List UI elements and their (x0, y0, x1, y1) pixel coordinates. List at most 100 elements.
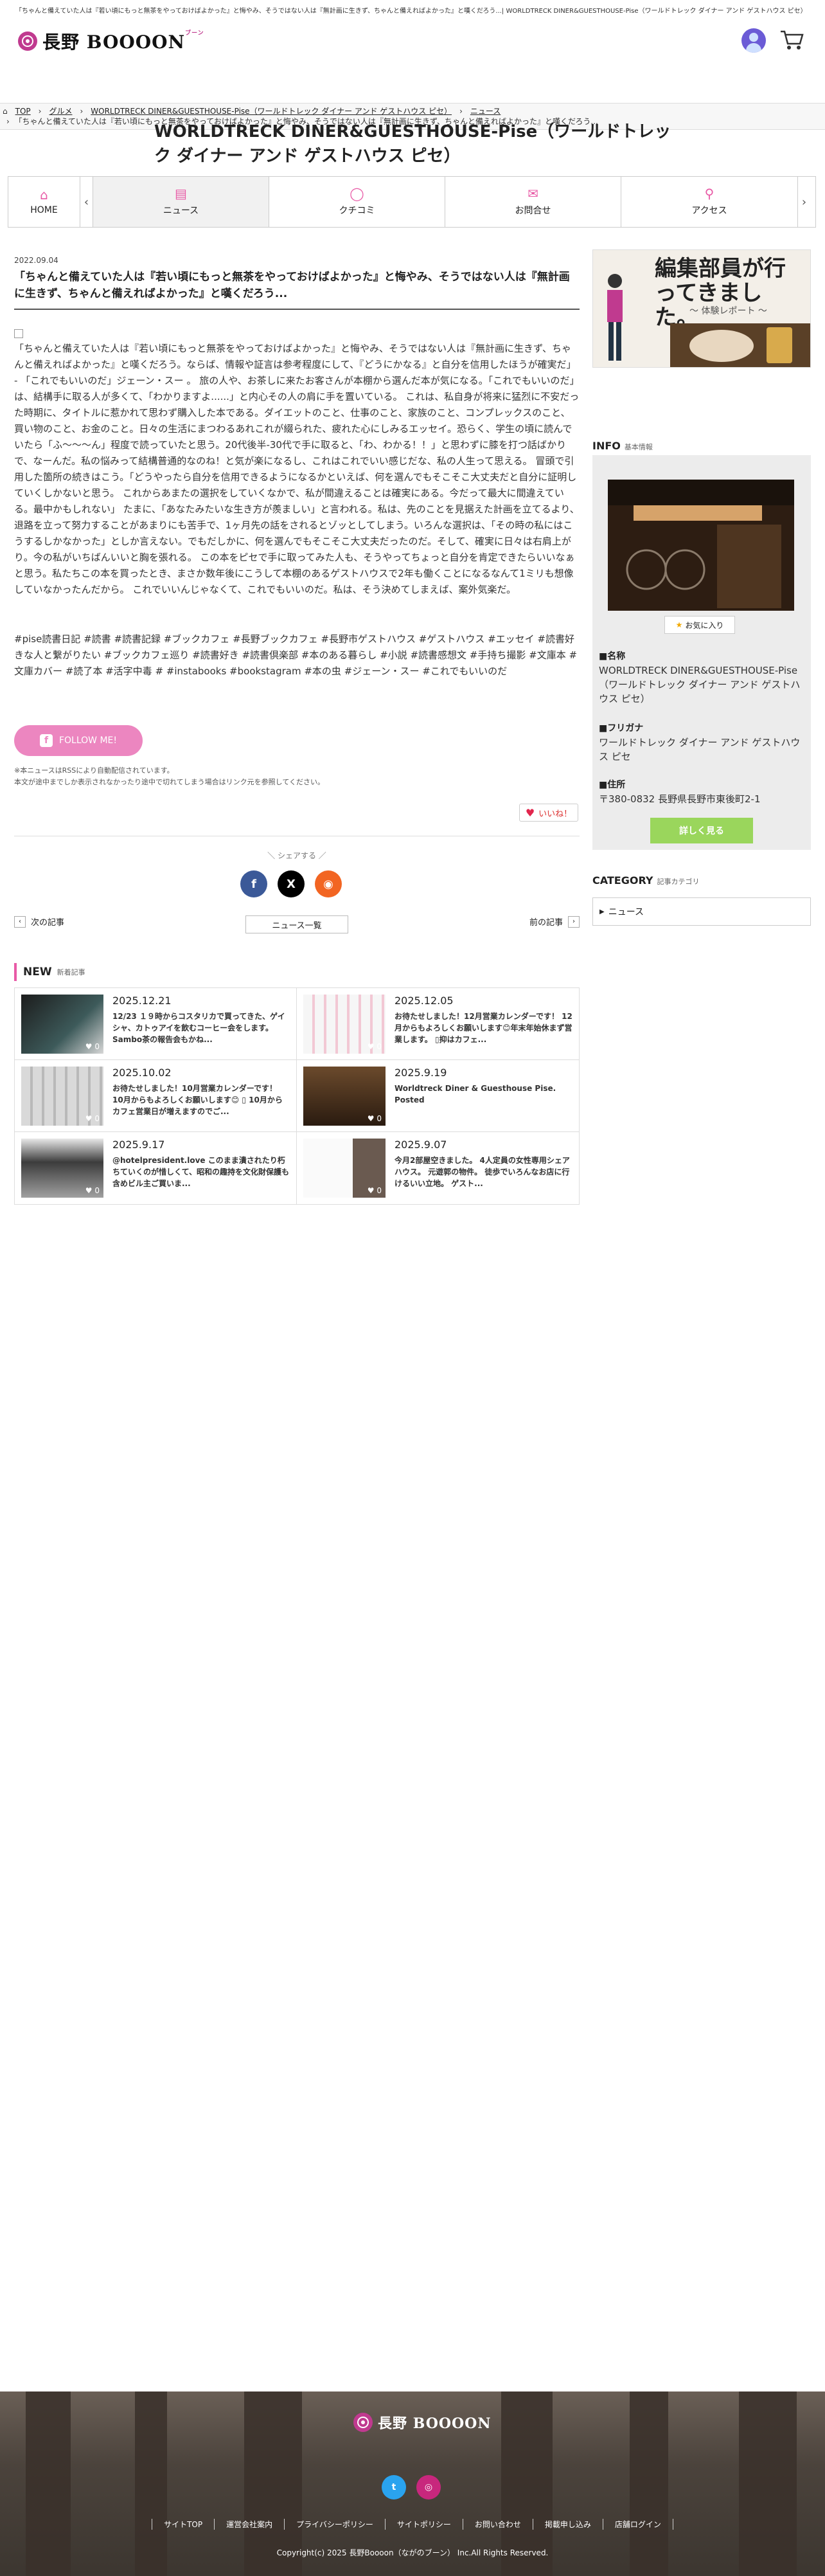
article-body: 「ちゃんと備えていた人は『若い頃にもっと無茶をやっておけばよかった』と悔やみ、そ… (14, 343, 580, 595)
user-account-icon[interactable] (741, 28, 766, 53)
list-item[interactable]: ♥ 0 2025.9.17 @hotelpresident.love このまま潰さ… (15, 1132, 297, 1204)
furigana-value: ワールドトレック ダイナー アンド ゲストハウス ピセ (599, 737, 801, 762)
heart-icon: ♥ 0 (367, 1186, 382, 1195)
details-button[interactable]: 詳しく見る (650, 818, 753, 843)
tab-reviews[interactable]: ◯ クチコミ (269, 177, 445, 227)
crumb-top[interactable]: TOP (15, 107, 31, 116)
new-articles-grid: ♥ 0 2025.12.21 12/23 １９時からコスタリカで買ってきた、ゲイシ… (14, 987, 580, 1205)
footer-links: サイトTOP 運営会社案内 プライバシーポリシー サイトポリシー お問い合わせ … (0, 2519, 825, 2530)
category-heading: CATEGORY 記事カテゴリ (592, 874, 700, 887)
footer-link[interactable]: 運営会社案内 (214, 2519, 284, 2530)
article-date: 2022.09.04 (14, 256, 58, 265)
logo-mark-icon (18, 32, 37, 51)
share-buttons: f X ◉ (240, 870, 342, 897)
list-item[interactable]: ♥ 0 2025.9.07 今月2部屋空きました。 4人定員の女性専用シェアハウス… (297, 1132, 579, 1204)
footer-link[interactable]: 店舗ログイン (602, 2519, 673, 2530)
heart-icon: ♥ 0 (367, 1042, 382, 1051)
tab-contact[interactable]: ✉ お問合せ (445, 177, 621, 227)
banner-subtitle: 〜 体験レポート 〜 (689, 306, 767, 316)
editor-report-banner[interactable]: 編集部員が行ってきました。 〜 体験レポート 〜 (592, 249, 811, 368)
mail-icon: ✉ (528, 186, 538, 201)
instagram-icon[interactable]: ◎ (416, 2475, 441, 2499)
crumb-gourmet[interactable]: グルメ (49, 105, 72, 116)
cart-icon[interactable] (779, 27, 804, 53)
heart-icon: ♥ 0 (85, 1042, 100, 1051)
footer-link[interactable]: お問い合わせ (462, 2519, 533, 2530)
shop-photo (608, 480, 794, 611)
crumb-news[interactable]: ニュース (470, 105, 501, 116)
new-articles-heading: NEW 新着記事 (14, 963, 580, 981)
article-thumbnail: ♥ 0 (21, 995, 103, 1054)
banner-title: 編集部員が行ってきました。 (655, 256, 786, 330)
footer-logo[interactable]: 長野 BOOOON (353, 2412, 491, 2433)
heart-icon: ♥ 0 (85, 1114, 100, 1123)
list-item[interactable]: ♥ 0 2025.10.02 お待たせしました！10月営業カレンダーです！ 10月… (15, 1060, 297, 1132)
follow-me-button[interactable]: f FOLLOW ME! (14, 725, 143, 756)
breadcrumb: ⌂ TOP › グルメ › WORLDTRECK DINER&GUESTHOUS… (3, 105, 501, 116)
name-value: WORLDTRECK DINER&GUESTHOUSE-Pise（ワールドトレッ… (599, 665, 801, 705)
chevron-left-icon: ‹ (14, 915, 26, 928)
footer-link[interactable]: サイトTOP (152, 2519, 214, 2530)
list-item[interactable]: ♥ 0 2025.9.19 Worldtreck Diner & Guesthou… (297, 1060, 579, 1132)
shop-title: WORLDTRECK DINER&GUESTHOUSE-Pise（ワールドトレッ… (154, 122, 671, 166)
favorite-button[interactable]: ★ お気に入り (664, 616, 735, 634)
nav-next-arrow[interactable]: › (797, 177, 810, 227)
name-label: ■名称 (599, 651, 626, 662)
footer-link[interactable]: サイトポリシー (384, 2519, 463, 2530)
top-bar: 「ちゃんと備えていた人は『若い頃にもっと無茶をやっておけばよかった』と悔やみ、そ… (0, 0, 825, 23)
logo-text: 長野 BOOOONブーン (42, 30, 204, 53)
address-value: 〒380-0832 長野県長野市東後町2-1 (599, 793, 761, 805)
info-heading: INFO 基本情報 (592, 440, 653, 452)
broken-image-icon (14, 329, 23, 338)
home-icon: ⌂ (40, 187, 48, 203)
prev-article-link[interactable]: ‹ 次の記事 (14, 915, 64, 928)
article-thumbnail: ♥ 0 (303, 995, 386, 1054)
facebook-share-icon[interactable]: f (240, 870, 267, 897)
person-illustration-icon (607, 274, 623, 361)
copyright: Copyright(c) 2025 長野Boooon（ながのブーン） Inc.A… (276, 2548, 549, 2557)
article-title: 「ちゃんと備えていた人は『若い頃にもっと無茶をやっておけばよかった』と悔やみ、そ… (14, 269, 580, 310)
article-tags: #pise読書日記 #読書 #読書記録 #ブックカフェ #長野ブックカフェ #長… (14, 633, 578, 677)
site-logo[interactable]: 長野 BOOOONブーン (18, 28, 204, 54)
article-thumbnail: ♥ 0 (303, 1139, 386, 1198)
shop-nav: ⌂ HOME ‹ ▤ ニュース ◯ クチコミ ✉ お問合せ ⚲ アクセス › (8, 176, 816, 228)
twitter-icon[interactable]: t (382, 2475, 406, 2499)
chevron-right-icon: › (568, 915, 580, 928)
top-bar-text: 「ちゃんと備えていた人は『若い頃にもっと無茶をやっておけばよかった』と悔やみ、そ… (15, 8, 807, 15)
facebook-icon: f (39, 734, 53, 747)
address-label: ■住所 (599, 780, 626, 790)
tab-home[interactable]: ⌂ HOME (8, 177, 80, 227)
tab-news[interactable]: ▤ ニュース (93, 177, 269, 227)
rss-icon[interactable]: ◉ (315, 870, 342, 897)
home-crumb-icon: ⌂ (3, 106, 8, 116)
footer-link[interactable]: プライバシーポリシー (284, 2519, 385, 2530)
pin-icon: ⚲ (704, 186, 714, 201)
furigana-label: ■フリガナ (599, 723, 644, 734)
article-thumbnail: ♥ 0 (21, 1139, 103, 1198)
footer-link[interactable]: 掲載申し込み (532, 2519, 603, 2530)
logo-mark-icon (353, 2413, 373, 2432)
list-item[interactable]: ♥ 0 2025.12.05 お待たせしました！12月営業カレンダーです！ 12月… (297, 988, 579, 1060)
caret-right-icon: ▶ (599, 908, 605, 915)
news-list-button[interactable]: ニュース一覧 (245, 915, 348, 933)
crumb-shop[interactable]: WORLDTRECK DINER&GUESTHOUSE-Pise（ワールドトレッ… (91, 105, 452, 116)
like-button[interactable]: ♥ いいね！ (519, 804, 578, 822)
news-icon: ▤ (175, 186, 187, 201)
prev-next-nav: ‹ 次の記事 ニュース一覧 前の記事 › (14, 915, 580, 935)
comment-icon: ◯ (350, 186, 364, 201)
nav-prev-arrow[interactable]: ‹ (80, 177, 93, 227)
share-label: ＼ シェアする ／ (267, 851, 326, 860)
list-item[interactable]: ♥ 0 2025.12.21 12/23 １９時からコスタリカで買ってきた、ゲイシ… (15, 988, 297, 1060)
category-item-news[interactable]: ▶ ニュース (592, 897, 811, 926)
footer-social: t ◎ (382, 2475, 441, 2499)
shop-photo-drawing (608, 480, 794, 611)
tab-access[interactable]: ⚲ アクセス (621, 177, 797, 227)
star-icon: ★ (675, 620, 683, 629)
x-share-icon[interactable]: X (278, 870, 305, 897)
heart-icon: ♥ (525, 806, 535, 819)
food-photo (670, 323, 810, 367)
heart-icon: ♥ 0 (367, 1114, 382, 1123)
article-thumbnail: ♥ 0 (303, 1067, 386, 1126)
next-article-link[interactable]: 前の記事 › (529, 915, 580, 928)
article-thumbnail: ♥ 0 (21, 1067, 103, 1126)
